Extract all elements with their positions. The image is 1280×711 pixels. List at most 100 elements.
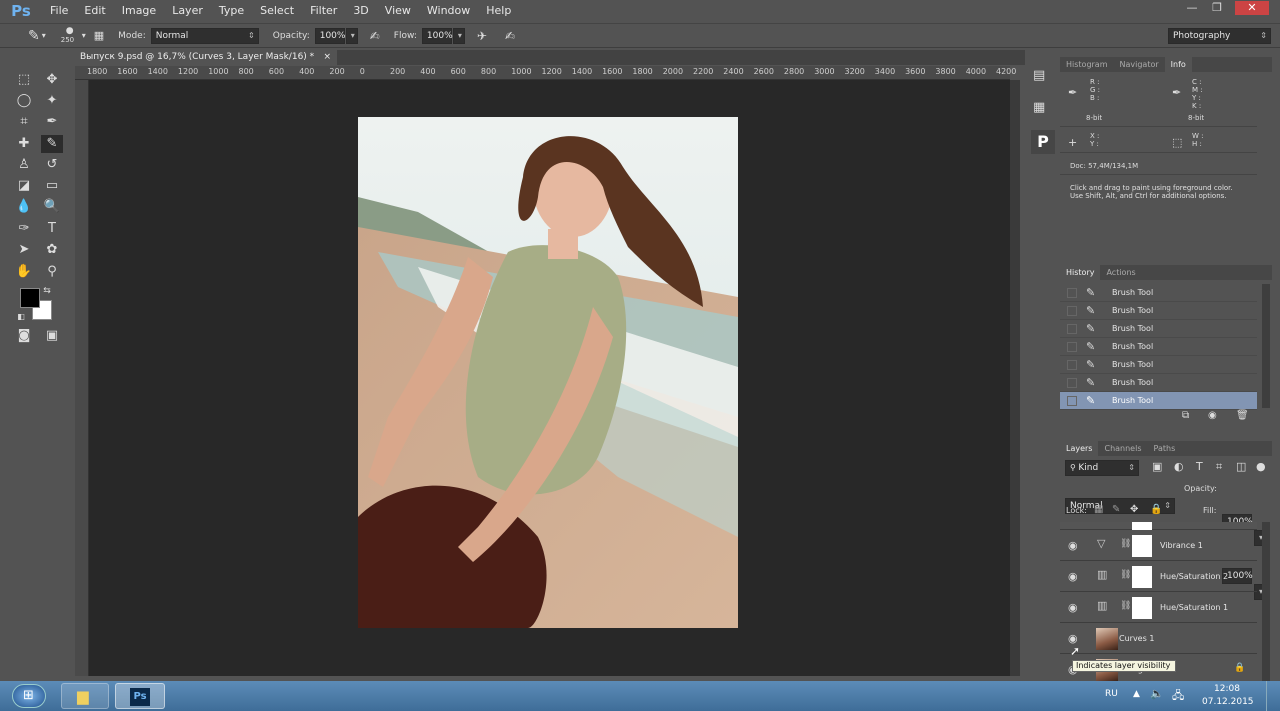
history-checkbox[interactable] (1067, 378, 1077, 388)
layer-mask-thumbnail[interactable] (1132, 597, 1152, 619)
mode-select[interactable]: Normal ⇕ (150, 27, 259, 44)
opacity-field[interactable]: 100% (314, 27, 345, 44)
maximize-button[interactable]: ❐ (1205, 1, 1229, 15)
flow-field[interactable]: 100% (421, 27, 453, 44)
tab-actions[interactable]: Actions (1100, 265, 1141, 280)
layer-row[interactable]: ◉ ▽ ⛓ Vibrance 1 (1060, 531, 1257, 561)
layer-row[interactable]: ◉ ▥ ⛓ Hue/Saturation 1 (1060, 593, 1257, 623)
new-document-from-state-icon[interactable]: ⧉ (1182, 410, 1189, 421)
document-tab[interactable]: Выпуск 9.psd @ 16,7% (Curves 3, Layer Ma… (75, 50, 337, 65)
menu-view[interactable]: View (377, 0, 419, 22)
layers-scrollbar[interactable] (1262, 522, 1270, 692)
speaker-icon[interactable]: 🔈 (1150, 687, 1164, 700)
history-brush-tool-icon[interactable]: ↺ (41, 156, 63, 174)
pressure-size-icon[interactable]: ✍ (505, 29, 515, 43)
lock-position-icon[interactable]: ✥ (1130, 504, 1138, 515)
history-item[interactable]: ✎ Brush Tool (1060, 320, 1257, 338)
taskbar-photoshop[interactable]: Ps (115, 683, 165, 709)
menu-select[interactable]: Select (252, 0, 302, 22)
close-button[interactable]: ✕ (1235, 1, 1269, 15)
show-desktop-button[interactable] (1266, 681, 1280, 711)
link-icon[interactable]: ⛓ (1120, 539, 1131, 549)
zoom-tool-icon[interactable]: ⚲ (41, 263, 63, 281)
menu-layer[interactable]: Layer (164, 0, 211, 22)
healing-brush-tool-icon[interactable]: ✚ (13, 135, 35, 153)
eraser-tool-icon[interactable]: ◪ (13, 177, 35, 195)
history-checkbox[interactable] (1067, 396, 1077, 406)
magic-wand-tool-icon[interactable]: ✦ (41, 92, 63, 110)
pressure-opacity-icon[interactable]: ✍ (370, 29, 380, 43)
menu-window[interactable]: Window (419, 0, 478, 22)
eye-icon[interactable]: ◉ (1068, 570, 1078, 583)
airbrush-icon[interactable]: ✈ (477, 29, 487, 43)
brush-tool-icon[interactable]: ✎ (41, 135, 63, 153)
eyedropper-tool-icon[interactable]: ✒ (41, 113, 63, 131)
menu-edit[interactable]: Edit (76, 0, 113, 22)
history-item[interactable]: ✎ Brush Tool (1060, 302, 1257, 320)
layer-filter-select[interactable]: ⚲ Kind ⇕ (1065, 460, 1139, 476)
layer-row[interactable]: ◉ Curves 1 (1060, 624, 1257, 654)
menu-file[interactable]: File (42, 0, 76, 22)
history-scrollbar[interactable] (1262, 284, 1270, 408)
marquee-tool-icon[interactable]: ⬚ (13, 71, 35, 89)
brush-panel-icon[interactable]: ▦ (94, 29, 104, 42)
filter-shape-icon[interactable]: ⌗ (1216, 460, 1222, 474)
filter-smart-object-icon[interactable]: ◫ (1236, 460, 1246, 473)
history-checkbox[interactable] (1067, 288, 1077, 298)
trash-icon[interactable]: 🗑 (1236, 410, 1249, 421)
tab-navigator[interactable]: Navigator (1114, 57, 1165, 72)
tab-layers[interactable]: Layers (1060, 441, 1099, 456)
clock-date[interactable]: 07.12.2015 (1202, 697, 1254, 707)
history-checkbox[interactable] (1067, 306, 1077, 316)
blur-tool-icon[interactable]: 💧 (13, 198, 35, 216)
link-icon[interactable]: ⛓ (1120, 601, 1131, 611)
brush-size-chevron-icon[interactable]: ▾ (82, 31, 86, 40)
flow-dropdown[interactable]: ▾ (452, 27, 465, 44)
menu-help[interactable]: Help (478, 0, 519, 22)
pen-tool-icon[interactable]: ✑ (13, 220, 35, 238)
hand-tool-icon[interactable]: ✋ (13, 263, 35, 281)
lock-transparent-icon[interactable]: ▦ (1094, 504, 1103, 515)
close-tab-icon[interactable]: × (323, 50, 331, 65)
gradient-tool-icon[interactable]: ▭ (41, 177, 63, 195)
layer-thumbnail[interactable] (1096, 628, 1118, 650)
brush-preset-icon[interactable]: ✎ (28, 28, 40, 44)
history-checkbox[interactable] (1067, 324, 1077, 334)
menu-image[interactable]: Image (114, 0, 164, 22)
quick-mask-icon[interactable]: ◙ (13, 327, 35, 345)
camera-snapshot-icon[interactable]: ◉ (1208, 410, 1217, 421)
eye-icon[interactable]: ◉ (1068, 539, 1078, 552)
canvas-vertical-scrollbar[interactable] (1010, 80, 1020, 676)
layer-mask-thumbnail[interactable] (1132, 566, 1152, 588)
history-checkbox[interactable] (1067, 342, 1077, 352)
history-item[interactable]: ✎ Brush Tool (1060, 338, 1257, 356)
move-tool-icon[interactable]: ✥ (41, 71, 63, 89)
taskbar-explorer[interactable]: ▆ (61, 683, 109, 709)
paragraph-panel-icon[interactable]: P (1031, 130, 1055, 154)
lasso-tool-icon[interactable]: ◯ (13, 92, 35, 110)
shape-tool-icon[interactable]: ✿ (41, 241, 63, 259)
menu-3d[interactable]: 3D (345, 0, 376, 22)
type-tool-icon[interactable]: T (41, 220, 63, 238)
tab-channels[interactable]: Channels (1098, 441, 1147, 456)
screen-mode-icon[interactable]: ▣ (41, 327, 63, 345)
clone-stamp-tool-icon[interactable]: ♙ (13, 156, 35, 174)
tab-info[interactable]: Info (1164, 57, 1192, 72)
swap-colors-icon[interactable]: ⇆ (40, 282, 54, 300)
crop-tool-icon[interactable]: ⌗ (13, 113, 35, 131)
lock-pixels-icon[interactable]: ✎ (1112, 504, 1120, 515)
eye-icon[interactable]: ◉ (1068, 601, 1078, 614)
layer-mask-thumbnail[interactable] (1132, 535, 1152, 557)
filter-toggle-icon[interactable]: ● (1256, 460, 1266, 473)
dodge-tool-icon[interactable]: 🔍 (41, 198, 63, 216)
opacity-dropdown[interactable]: ▾ (345, 27, 358, 44)
menu-filter[interactable]: Filter (302, 0, 345, 22)
filter-adjustment-icon[interactable]: ◐ (1174, 460, 1184, 473)
filter-pixel-icon[interactable]: ▣ (1152, 460, 1162, 473)
minimize-button[interactable]: — (1180, 1, 1204, 15)
network-icon[interactable]: 🖧 (1172, 687, 1184, 706)
history-checkbox[interactable] (1067, 360, 1077, 370)
menu-type[interactable]: Type (211, 0, 252, 22)
path-selection-tool-icon[interactable]: ➤ (13, 241, 35, 259)
chevron-down-icon[interactable]: ▾ (42, 31, 46, 40)
